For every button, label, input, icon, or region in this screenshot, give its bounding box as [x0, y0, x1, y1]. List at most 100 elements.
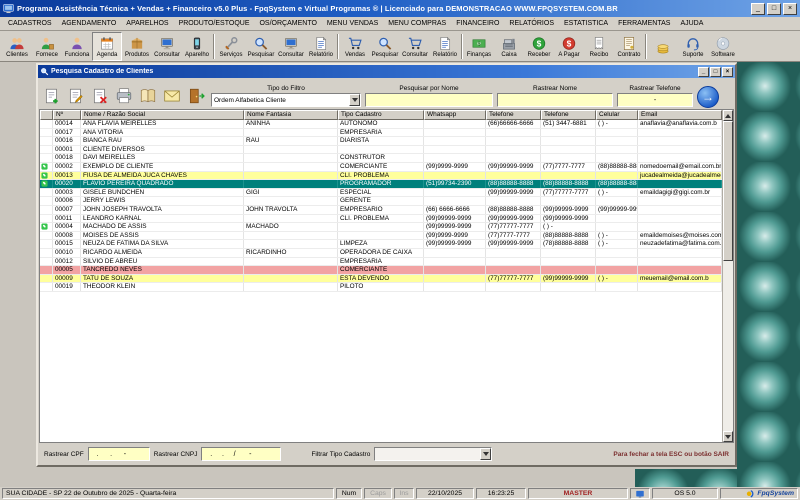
cnpj-input[interactable]: . . / - — [201, 447, 282, 461]
table-row[interactable]: 00017 ANA VITÓRIA EMPRESARIA — [40, 128, 722, 138]
child-minimize-button[interactable]: _ — [698, 66, 709, 77]
toolbar-consultar-button[interactable]: Consultar — [400, 32, 430, 61]
toolbar-suporte-button[interactable]: Suporte — [678, 32, 708, 61]
table-row[interactable]: 00008 MOISES DE ASSIS (99)9999-9999 (77)777… — [40, 231, 722, 241]
grid-header-celular[interactable]: Celular — [596, 110, 638, 120]
cell-cel — [596, 214, 638, 223]
grid-header-whatsapp[interactable]: Whatsapp — [424, 110, 486, 120]
toolbar-pesquisar-button[interactable]: Pesquisar — [246, 32, 276, 61]
toolbar-relatorio-button[interactable]: Relatório — [430, 32, 460, 61]
toolbar-consultar-button[interactable]: Consultar — [276, 32, 306, 61]
toolbar-pesquisar-button[interactable]: Pesquisar — [370, 32, 400, 61]
status-version: OS 5.0 — [652, 488, 718, 499]
grid-header-n[interactable]: Nº — [53, 110, 81, 120]
menu-item-relatorios[interactable]: RELATÓRIOS — [504, 20, 559, 27]
menu-item-menu-compras[interactable]: MENU COMPRAS — [383, 20, 451, 27]
menu-item-os-orcamento[interactable]: OS/ORÇAMENTO — [254, 20, 321, 27]
edit-button[interactable] — [64, 84, 87, 107]
toolbar-consultar-button[interactable]: Consultar — [152, 32, 182, 61]
table-row[interactable]: 00003 GISELE BUNDCHEN GIGI ESPECIAL (99)9999… — [40, 188, 722, 198]
toolbar-clientes-button[interactable]: Clientes — [2, 32, 32, 61]
table-row[interactable]: 00011 LEANDRO KARNAL CLI. PROBLEMA (99)9999… — [40, 214, 722, 224]
table-row[interactable]: 00006 JERRY LEWIS GERENTE — [40, 197, 722, 206]
table-row[interactable]: 00002 EXEMPLO DE CLIENTE COMERCIANTE (99)99… — [40, 162, 722, 172]
table-row[interactable]: 00009 TATU DE SOUZA ESTA DEVENDO (77)77777-… — [40, 274, 722, 284]
search-name-input[interactable] — [365, 93, 493, 107]
print-button[interactable] — [112, 84, 135, 107]
toolbar-agenda-button[interactable]: Agenda — [92, 32, 122, 61]
menu-item-produto-estoque[interactable]: PRODUTO/ESTOQUE — [174, 20, 255, 27]
toolbar-caixa-button[interactable]: Caixa — [494, 32, 524, 61]
toolbar-servicos-button[interactable]: Serviços — [216, 32, 246, 61]
table-row[interactable]: 00013 FIUSA DE ALMEIDA JUCA CHAVES CLI. PR… — [40, 171, 722, 181]
toolbar-fornece-button[interactable]: Fornece — [32, 32, 62, 61]
new-button[interactable] — [40, 84, 63, 107]
scrollbar-track[interactable] — [723, 121, 733, 431]
menu-item-aparelhos[interactable]: APARELHOS — [121, 20, 173, 27]
menu-item-ajuda[interactable]: AJUDA — [675, 20, 708, 27]
chevron-down-icon[interactable] — [480, 448, 492, 460]
menu-item-agendamento[interactable]: AGENDAMENTO — [57, 20, 122, 27]
vertical-scrollbar[interactable] — [722, 110, 733, 442]
track-phone-input[interactable]: - — [617, 93, 693, 107]
toolbar-coins-button[interactable] — [648, 32, 678, 61]
grid-header-email[interactable]: Email — [638, 110, 722, 120]
child-close-button[interactable]: × — [722, 66, 733, 77]
toolbar-a-pagar-button[interactable]: $ A Pagar — [554, 32, 584, 61]
cell-fantasia — [244, 274, 338, 283]
grid-header-tipo-cadastro[interactable]: Tipo Cadastro — [338, 110, 424, 120]
table-row[interactable]: 00010 RICARDO ALMEIDA RICARDINHO OPERADORA … — [40, 248, 722, 258]
close-button[interactable]: × — [783, 2, 797, 15]
cell-tel2 — [541, 266, 596, 274]
toolbar-contrato-button[interactable]: Contrato — [614, 32, 644, 61]
track-name-input[interactable] — [497, 93, 613, 107]
scrollbar-thumb[interactable] — [723, 121, 733, 261]
menu-item-ferramentas[interactable]: FERRAMENTAS — [613, 20, 675, 27]
table-row[interactable]: 00019 THEODOR KLEIN PILOTO — [40, 283, 722, 292]
table-row[interactable]: 00016 BIANCA RAU RAU DIARISTA — [40, 137, 722, 146]
grid-header-telefone[interactable]: Telefone — [541, 110, 596, 120]
delete-button[interactable] — [88, 84, 111, 107]
table-row[interactable]: 00001 CLIENTE DIVERSOS — [40, 145, 722, 155]
chevron-down-icon[interactable] — [349, 94, 360, 106]
toolbar-receber-button[interactable]: $ Receber — [524, 32, 554, 61]
go-search-button[interactable]: → — [697, 86, 719, 108]
grid-header-icon[interactable] — [40, 110, 53, 120]
toolbar-produtos-button[interactable]: Produtos — [122, 32, 152, 61]
export-button[interactable] — [136, 84, 159, 107]
menu-item-menu-vendas[interactable]: MENU VENDAS — [322, 20, 383, 27]
toolbar-financas-button[interactable]: $ Finanças — [464, 32, 494, 61]
table-row[interactable]: 00004 MACHADO DE ASSIS MACHADO (99)99999-99… — [40, 223, 722, 232]
table-row[interactable]: 00012 SILVIO DE ABREU EMPRESARIA — [40, 257, 722, 267]
menu-item-estatistica[interactable]: ESTATISTICA — [559, 20, 613, 27]
table-row[interactable]: 00014 ANA FLAVIA MEIRELLES ANINHA AUTONOMO (… — [40, 120, 722, 129]
filtrar-tipo-combobox[interactable] — [374, 447, 493, 461]
menu-item-financeiro[interactable]: FINANCEIRO — [451, 20, 504, 27]
minimize-button[interactable]: _ — [751, 2, 765, 15]
grid-header-nome-razao-social[interactable]: Nome / Razão Social — [81, 110, 244, 120]
cpf-input[interactable]: . . - — [87, 447, 150, 461]
toolbar-relatorio-button[interactable]: Relatório — [306, 32, 336, 61]
scroll-up-button[interactable] — [723, 110, 733, 121]
table-row[interactable]: 00015 NEUZA DE FATIMA DA SILVA LIMPEZA (99)… — [40, 240, 722, 249]
table-row[interactable]: 00007 JOHN JOSEPH TRAVOLTA JOHN TRAVOLTA EM… — [40, 205, 722, 215]
grid-header-nome-fantasia[interactable]: Nome Fantasia — [244, 110, 338, 120]
toolbar-software-button[interactable]: Software — [708, 32, 738, 61]
toolbar-recibo-button[interactable]: Recibo — [584, 32, 614, 61]
table-row[interactable]: 00018 DAVI MEIRELLES CONSTRUTOR — [40, 154, 722, 163]
toolbar-aparelho-button[interactable]: Aparelho — [182, 32, 212, 61]
doc-plus-icon — [43, 87, 61, 105]
child-restore-button[interactable]: □ — [710, 66, 721, 77]
cell-email — [638, 248, 722, 257]
filter-tipo-combobox[interactable]: Ordem Alfabetica Cliente — [211, 93, 361, 107]
table-row[interactable]: 00020 FLAVIO PEREIRA QUADRADO PROGRAMADOR(… — [40, 180, 722, 189]
table-row[interactable]: 00005 TANCREDO NEVES COMERCIANTE — [40, 266, 722, 275]
scroll-down-button[interactable] — [723, 431, 733, 442]
toolbar-funciona-button[interactable]: Funciona — [62, 32, 92, 61]
restore-button[interactable]: □ — [767, 2, 781, 15]
menu-item-cadastros[interactable]: CADASTROS — [3, 20, 57, 27]
grid-header-telefone[interactable]: Telefone — [486, 110, 541, 120]
email-button[interactable] — [160, 84, 183, 107]
toolbar-vendas-button[interactable]: Vendas — [340, 32, 370, 61]
exit-button[interactable] — [184, 84, 207, 107]
